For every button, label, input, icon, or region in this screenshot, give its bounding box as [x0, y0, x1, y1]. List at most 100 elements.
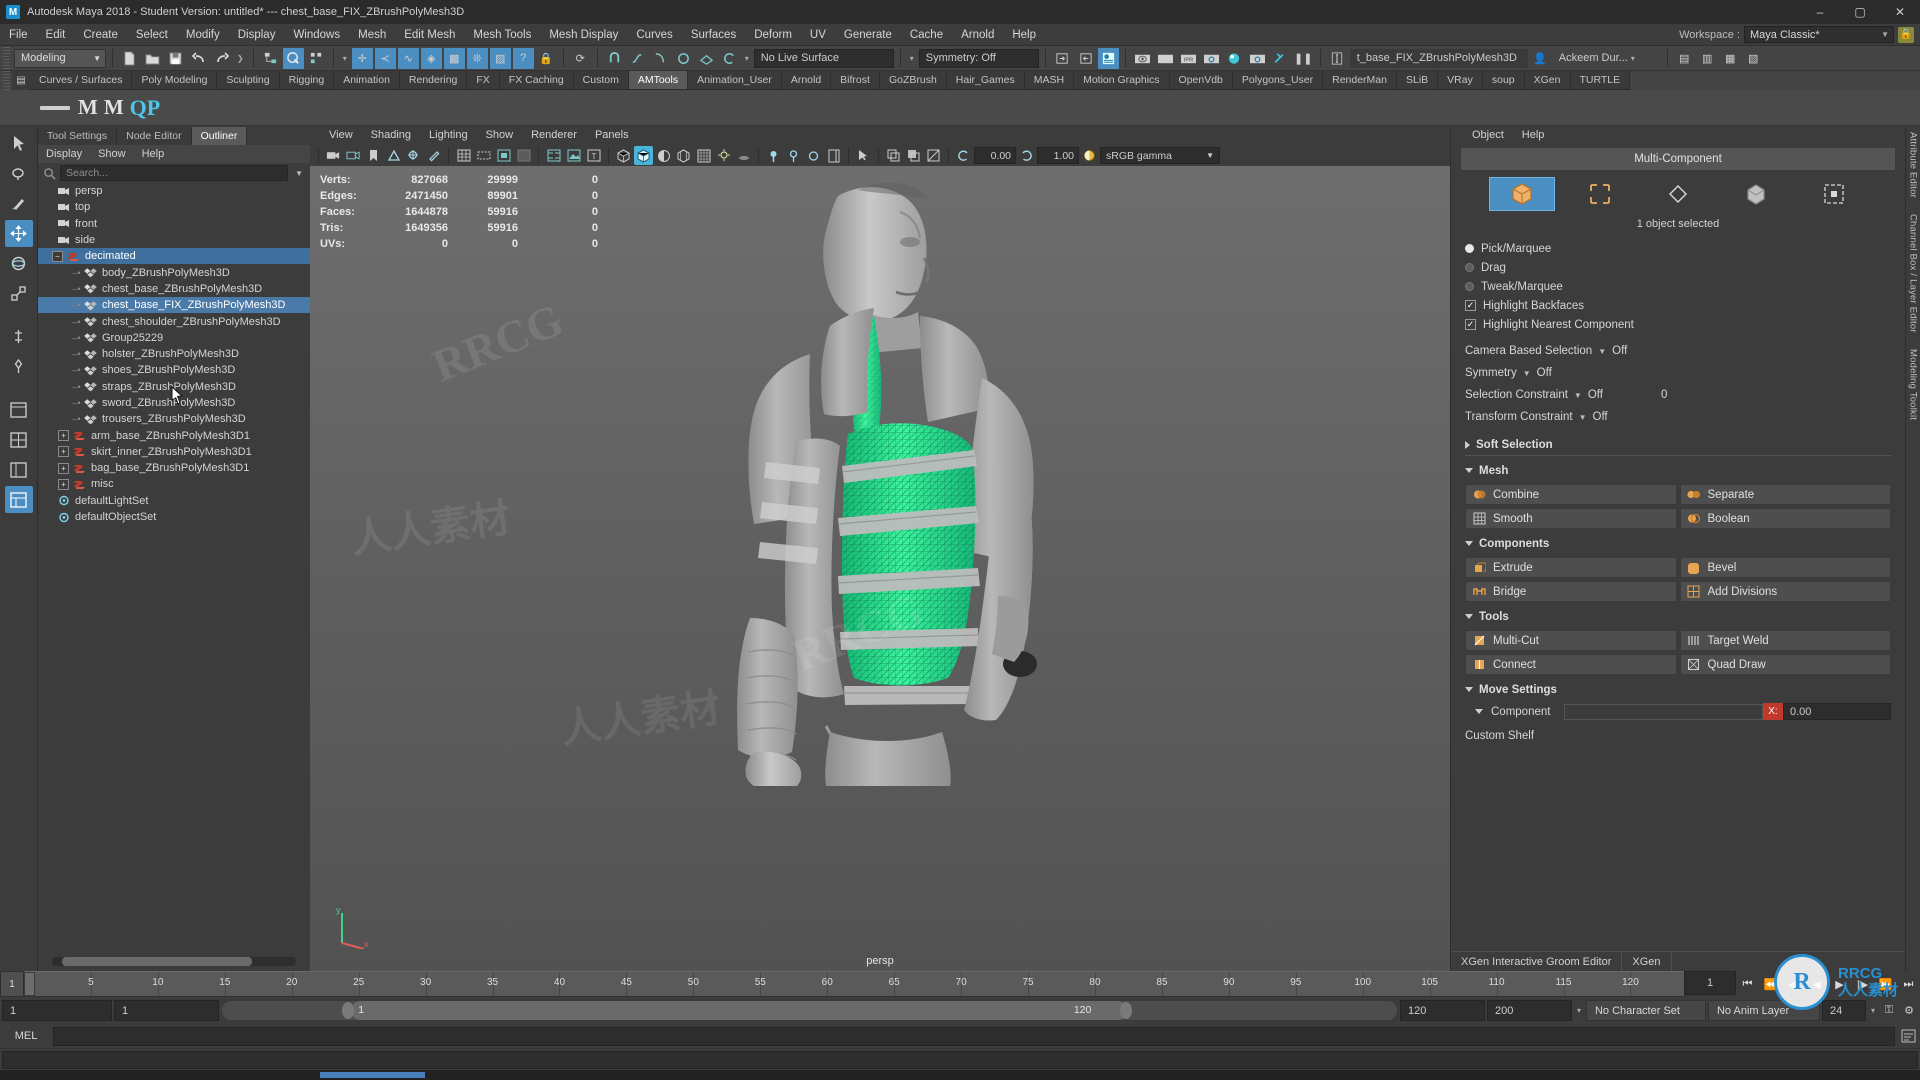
radio-pick-marquee[interactable]: Pick/Marquee [1465, 239, 1891, 258]
text-cursor-icon[interactable] [1327, 48, 1348, 69]
smooth-shading-icon[interactable] [634, 146, 653, 165]
toolbar-expand-icon[interactable]: ▾ [742, 54, 752, 63]
minimize-button[interactable]: – [1800, 0, 1840, 24]
shaded-wireframe-icon[interactable] [674, 146, 693, 165]
new-scene-icon[interactable] [119, 48, 140, 69]
camera-based-selection-row[interactable]: Camera Based Selection ▼ Off [1465, 340, 1891, 362]
outliner-node-shoes-zbrushpolymesh3d[interactable]: –• shoes_ZBrushPolyMesh3D [38, 362, 310, 378]
expand-toggle-icon[interactable]: + [58, 478, 69, 490]
bookmark-icon[interactable] [364, 146, 383, 165]
select-tool[interactable] [5, 130, 33, 157]
paint-select-tool[interactable] [5, 190, 33, 217]
shelf-tab-fx[interactable]: FX [467, 71, 500, 89]
select-by-hierarchy-icon[interactable] [260, 48, 281, 69]
construction-history-icon[interactable]: ⟳ [570, 48, 591, 69]
selection-constraint-row[interactable]: Selection Constraint ▼ Off 0 [1465, 384, 1891, 406]
expand-toggle-icon[interactable]: + [58, 446, 69, 458]
hypershade-icon[interactable] [1224, 48, 1245, 69]
checkbox-highlight-backfaces[interactable]: ✓ Highlight Backfaces [1465, 296, 1891, 315]
object-mode-icon[interactable] [1489, 177, 1555, 211]
shelf-tab-hair-games[interactable]: Hair_Games [946, 71, 1025, 89]
panel-tab-node-editor[interactable]: Node Editor [117, 127, 192, 145]
shelf-tab-arnold[interactable]: Arnold [781, 71, 832, 89]
snap-to-grid-icon[interactable]: ✛ [351, 47, 373, 69]
menu-item-generate[interactable]: Generate [835, 24, 901, 46]
target-weld-button[interactable]: Target Weld [1679, 630, 1891, 651]
mt-menu-object[interactable]: Object [1463, 126, 1513, 145]
shelf-tab-vray[interactable]: VRay [1438, 71, 1483, 89]
two-d-pan-zoom-icon[interactable] [404, 146, 423, 165]
symmetry-dropdown-icon[interactable]: ▾ [907, 54, 917, 63]
shelf-tab-sculpting[interactable]: Sculpting [217, 71, 280, 89]
select-by-component-icon[interactable] [306, 48, 327, 69]
shelf-tab-renderman[interactable]: RenderMan [1323, 71, 1397, 89]
image-plane-icon[interactable] [384, 146, 403, 165]
snap-plane-icon[interactable] [696, 48, 717, 69]
tab-attribute-editor[interactable]: Attribute Editor [1908, 132, 1919, 198]
select-camera-icon[interactable] [324, 146, 343, 165]
menu-item-edit-mesh[interactable]: Edit Mesh [395, 24, 464, 46]
render-settings-icon[interactable] [1201, 48, 1222, 69]
exposure-value-field[interactable]: 0.00 [974, 147, 1016, 164]
outliner-node-straps-zbrushpolymesh3d[interactable]: –• straps_ZBrushPolyMesh3D [38, 379, 310, 395]
outliner-node-side[interactable]: side [38, 232, 310, 248]
outliner-node-misc[interactable]: + misc [38, 476, 310, 492]
layout-single-icon[interactable] [5, 396, 33, 423]
snap-to-point-icon[interactable]: ∿ [397, 47, 419, 69]
help-snap-icon[interactable]: ? [512, 47, 534, 69]
shelf-tab-gozbrush[interactable]: GoZBrush [879, 71, 947, 89]
shelf-qp-tool-icon[interactable]: QP [130, 93, 161, 123]
outliner-node-bag-base-zbrushpolymesh3d1[interactable]: + bag_base_ZBrushPolyMesh3D1 [38, 460, 310, 476]
menu-item-file[interactable]: File [0, 24, 37, 46]
outliner-menu-show[interactable]: Show [90, 145, 134, 163]
outliner-node-arm-base-zbrushpolymesh3d1[interactable]: + arm_base_ZBrushPolyMesh3D1 [38, 427, 310, 443]
shelf-tab-amtools[interactable]: AMTools [628, 71, 689, 89]
shelf-tab-rendering[interactable]: Rendering [399, 71, 468, 89]
symmetry-row[interactable]: Symmetry ▼ Off [1465, 362, 1891, 384]
shelf-tab-slib[interactable]: SLiB [1396, 71, 1439, 89]
playhead-handle[interactable] [24, 972, 35, 996]
snap-to-uv-icon[interactable]: ▨ [489, 47, 511, 69]
outliner-node-trousers-zbrushpolymesh3d[interactable]: –• trousers_ZBrushPolyMesh3D [38, 411, 310, 427]
outliner-menu-display[interactable]: Display [38, 145, 90, 163]
gamma-value-field[interactable]: 1.00 [1037, 147, 1079, 164]
grease-pencil-icon[interactable] [424, 146, 443, 165]
script-editor-icon[interactable] [1898, 1027, 1918, 1046]
snap-tool-icon[interactable] [5, 353, 33, 380]
time-slider-track[interactable]: 5 10 15 20 25 30 35 40 45 50 55 60 65 70 75 80 85 90 95 100… [24, 971, 1684, 997]
isolate-add-icon[interactable] [784, 146, 803, 165]
menu-item-windows[interactable]: Windows [284, 24, 349, 46]
range-handle-start[interactable] [341, 1002, 354, 1019]
vertex-mode-icon[interactable] [1645, 177, 1711, 211]
select-by-object-icon[interactable] [282, 47, 304, 69]
smooth-button[interactable]: Smooth [1465, 508, 1677, 529]
shelf-tab-turtle[interactable]: TURTLE [1570, 71, 1631, 89]
lock-selection-icon[interactable]: 🔒 [536, 48, 557, 69]
outliner-node-group25229[interactable]: –• Group25229 [38, 330, 310, 346]
texture-display-icon[interactable] [564, 146, 583, 165]
shelf-tab-animation-user[interactable]: Animation_User [688, 71, 782, 89]
sidebar-toggle3-icon[interactable]: ▦ [1720, 48, 1741, 69]
workspace-dropdown[interactable]: Maya Classic* ▼ [1744, 26, 1894, 43]
boolean-button[interactable]: Boolean [1679, 508, 1891, 529]
mel-command-input[interactable] [53, 1026, 1895, 1046]
viewport-menu-view[interactable]: View [320, 126, 362, 145]
shelf-gripper[interactable] [3, 71, 10, 90]
move-component-field[interactable] [1564, 703, 1763, 720]
text-overlay-icon[interactable]: T [584, 146, 603, 165]
extrude-button[interactable]: Extrude [1465, 557, 1677, 578]
outliner-node-sword-zbrushpolymesh3d[interactable]: –• sword_ZBrushPolyMesh3D [38, 395, 310, 411]
show-hide-editors-right-icon[interactable] [1075, 48, 1096, 69]
outliner-menu-help[interactable]: Help [134, 145, 173, 163]
live-surface-field[interactable]: No Live Surface [753, 48, 894, 68]
menu-item-help[interactable]: Help [1003, 24, 1045, 46]
outliner-search-input[interactable]: Search... [60, 165, 289, 181]
radio-tweak-marquee[interactable]: Tweak/Marquee [1465, 277, 1891, 296]
shelf-tab-motion-graphics[interactable]: Motion Graphics [1074, 71, 1170, 89]
playback-end-field[interactable]: 200 [1486, 1000, 1572, 1021]
shelf-tab-soup[interactable]: soup [1482, 71, 1525, 89]
menuset-dropdown[interactable]: Modeling ▼ [14, 48, 106, 68]
chevron-down-icon[interactable] [1475, 709, 1483, 714]
sidebar-toggle2-icon[interactable]: ▥ [1697, 48, 1718, 69]
sidebar-toggle4-icon[interactable]: ▧ [1743, 48, 1764, 69]
